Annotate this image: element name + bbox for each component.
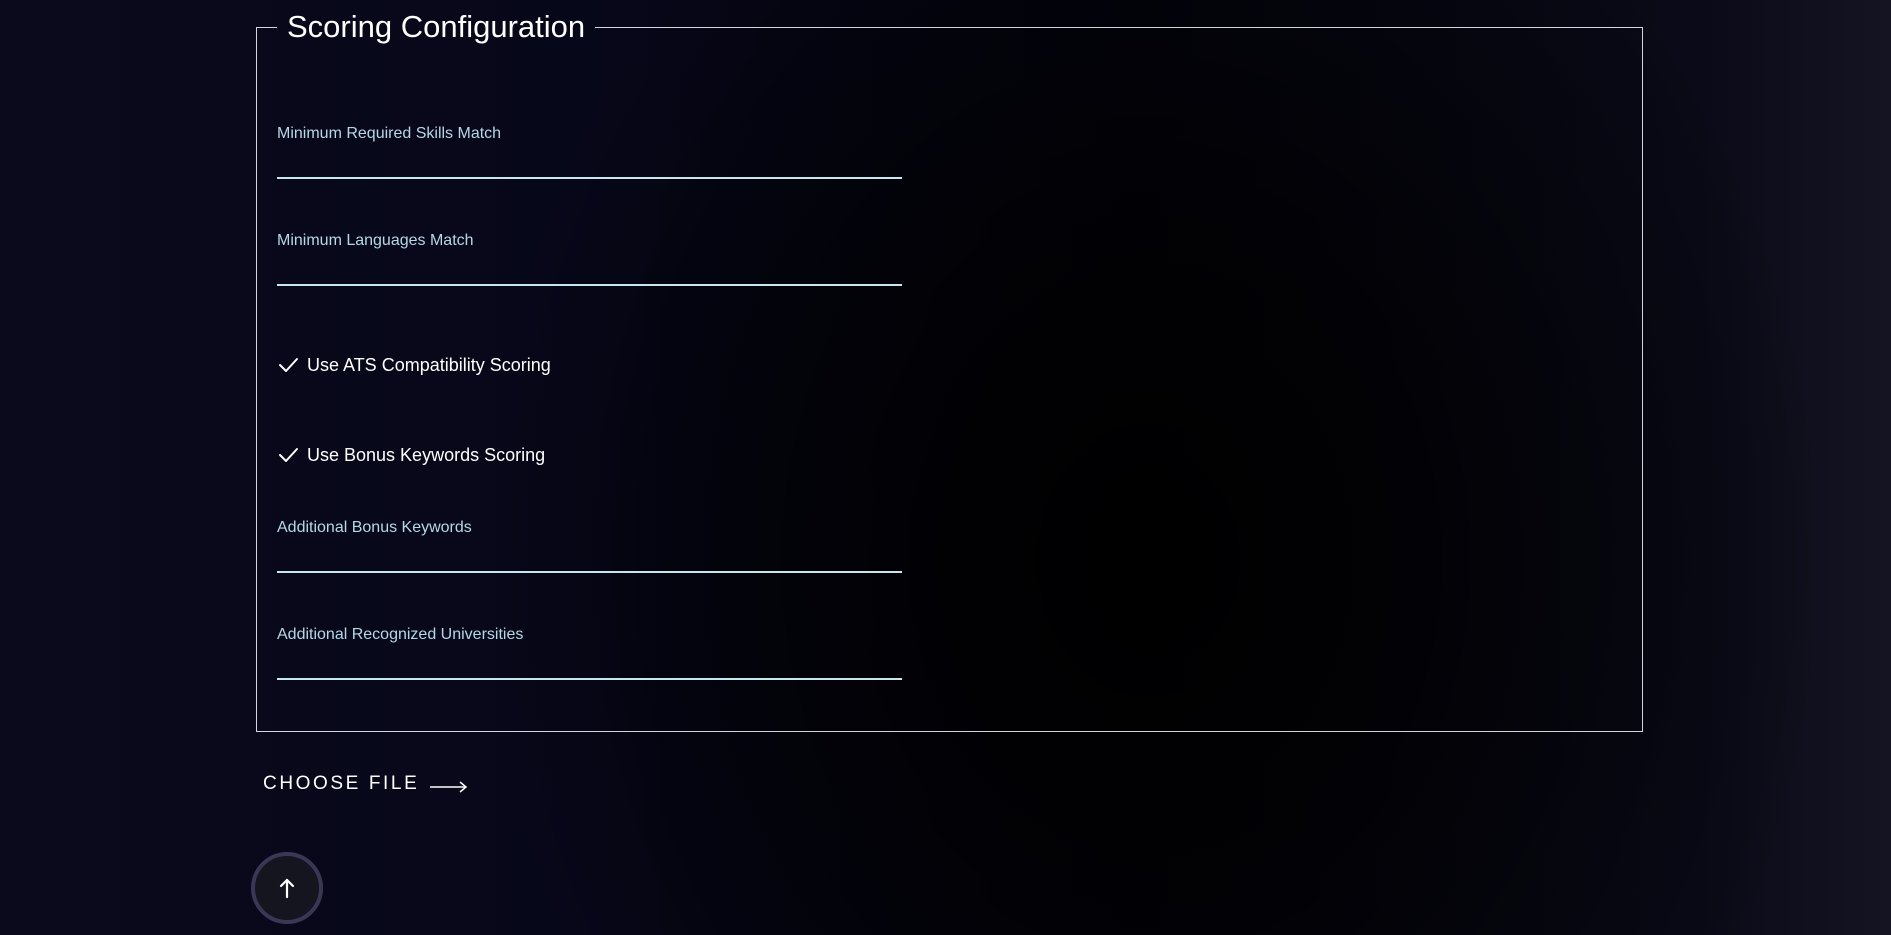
universities-input[interactable] (277, 652, 902, 680)
bonus-keywords-checkbox[interactable]: Use Bonus Keywords Scoring (277, 445, 545, 465)
ats-scoring-checkbox[interactable]: Use ATS Compatibility Scoring (277, 355, 551, 375)
bonus-keywords-label: Use Bonus Keywords Scoring (307, 445, 546, 465)
arrow-right-icon (430, 781, 468, 793)
ats-scoring-label: Use ATS Compatibility Scoring (307, 355, 551, 375)
universities-label: Additional Recognized Universities (277, 626, 524, 643)
panel-title: Scoring Configuration (287, 9, 586, 44)
min-skills-input[interactable] (277, 151, 902, 179)
check-icon (279, 448, 298, 462)
bonus-keywords-field-label: Additional Bonus Keywords (277, 519, 472, 536)
scoring-configuration-panel: Scoring Configuration Minimum Required S… (256, 10, 1643, 732)
choose-file-button[interactable]: CHOOSE FILE (263, 773, 469, 795)
scroll-to-top-button[interactable] (251, 852, 323, 924)
min-languages-input[interactable] (277, 258, 902, 286)
check-icon (279, 358, 298, 372)
min-skills-label: Minimum Required Skills Match (277, 125, 502, 142)
bonus-keywords-input[interactable] (277, 545, 902, 573)
choose-file-label: CHOOSE FILE (263, 773, 420, 794)
arrow-up-icon (279, 878, 295, 899)
min-languages-label: Minimum Languages Match (277, 232, 474, 249)
